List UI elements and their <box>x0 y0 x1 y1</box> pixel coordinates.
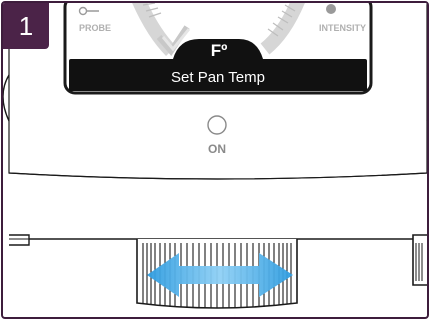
device-illustration: PROBE INTENSITY Fº Set Pan Temp ON <box>3 3 427 309</box>
power-circle-icon <box>207 115 227 135</box>
power-label: ON <box>208 142 226 156</box>
right-foot <box>412 234 427 286</box>
step-number-badge: 1 <box>3 3 49 49</box>
left-side-bump <box>3 74 10 122</box>
mode-label: Set Pan Temp <box>171 69 265 86</box>
display-screen: PROBE INTENSITY Fº Set Pan Temp <box>63 3 373 95</box>
unit-label: Fº <box>211 41 228 60</box>
intensity-dot-icon <box>326 4 336 14</box>
intensity-label: INTENSITY <box>319 23 366 33</box>
step-panel: PROBE INTENSITY Fº Set Pan Temp ON 1 <box>1 1 429 319</box>
right-side-bump <box>426 73 427 121</box>
left-foot <box>9 234 30 246</box>
probe-label: PROBE <box>79 23 111 33</box>
